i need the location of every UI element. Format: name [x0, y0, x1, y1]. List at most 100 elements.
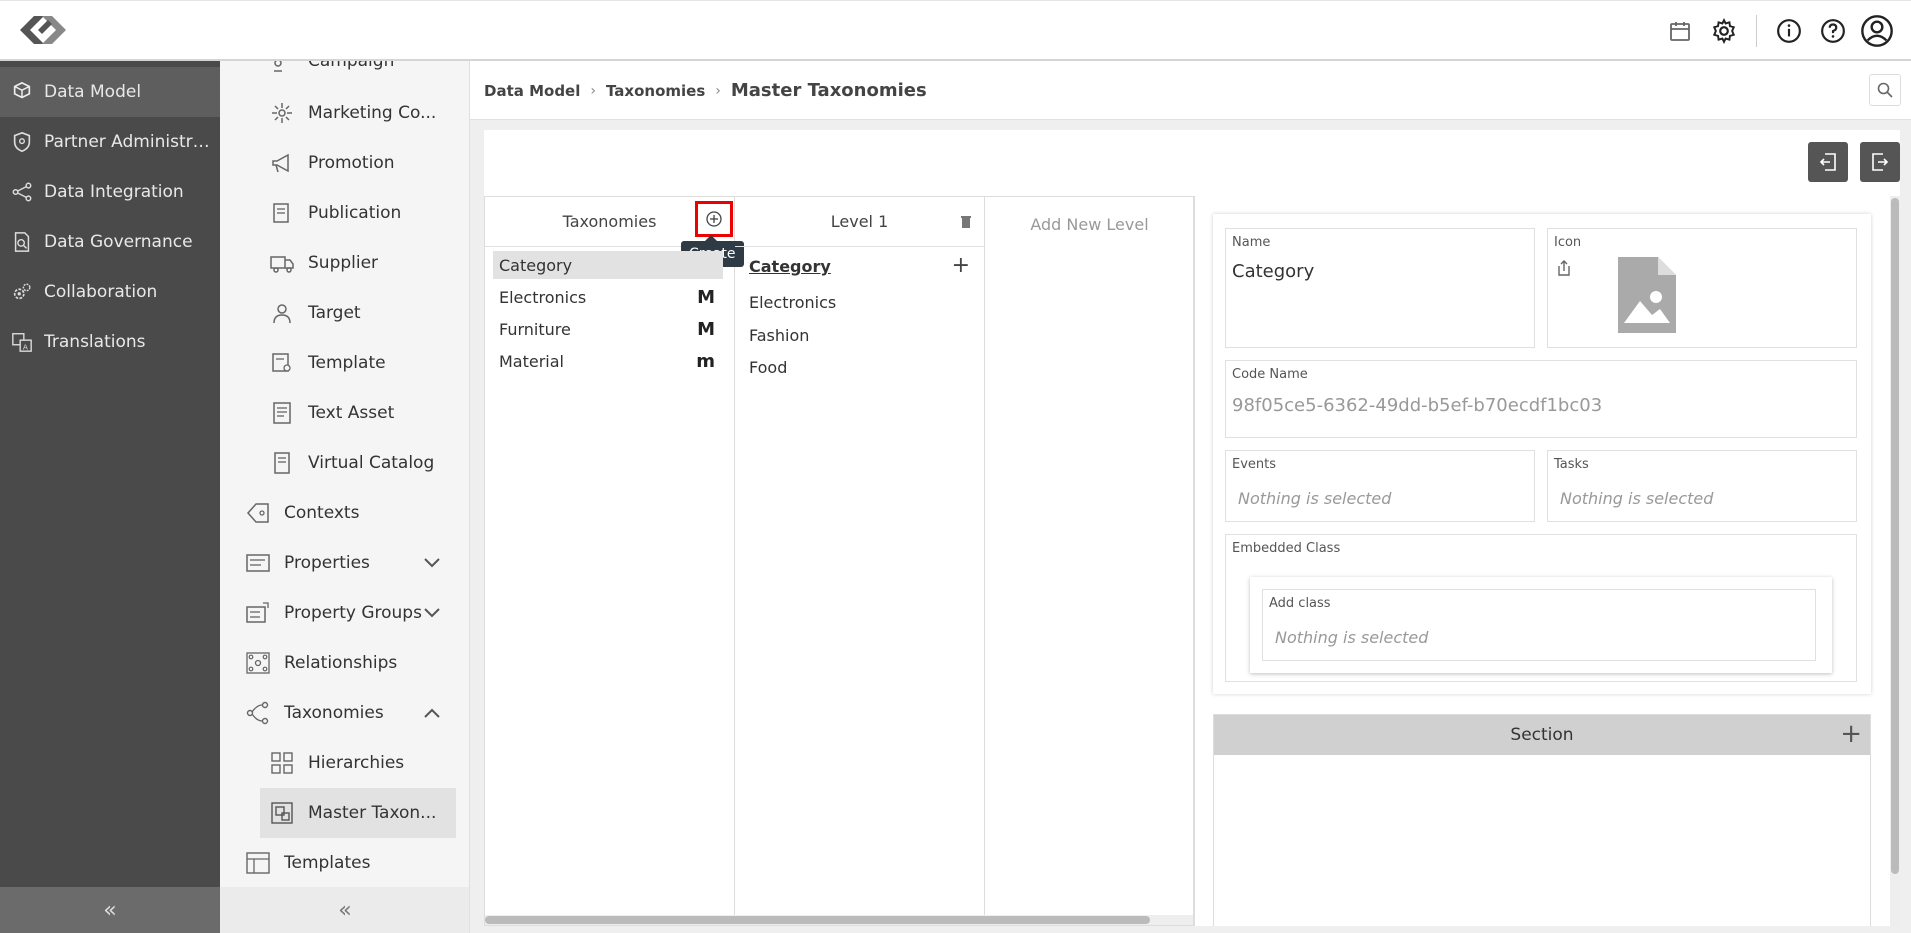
- field-label: Icon: [1554, 235, 1582, 250]
- export-icon: [1872, 153, 1889, 171]
- scrollbar-thumb[interactable]: [1891, 198, 1899, 874]
- nav-item-label: Translations: [44, 332, 146, 352]
- taxonomies-column: Taxonomies Create Category Electronics M…: [485, 197, 744, 917]
- nav-item-label: Data Governance: [44, 232, 193, 252]
- sidebar-item-marketing[interactable]: Marketing Co...: [268, 91, 458, 135]
- action-toolbar: [484, 130, 1900, 196]
- breadcrumb-data-model[interactable]: Data Model: [484, 82, 580, 100]
- nav-item-data-governance[interactable]: Data Governance: [0, 217, 220, 267]
- sidebar-item-taxonomies[interactable]: Taxonomies: [244, 691, 454, 735]
- user-avatar-icon[interactable]: [1861, 15, 1893, 47]
- nav-item-data-model[interactable]: Data Model: [0, 67, 220, 117]
- name-value[interactable]: Category: [1232, 261, 1314, 282]
- events-select[interactable]: Events Nothing is selected: [1225, 450, 1535, 522]
- code-name-field[interactable]: Code Name 98f05ce5-6362-49dd-b5ef-b70ecd…: [1225, 360, 1857, 438]
- person-icon: [268, 299, 296, 327]
- export-button[interactable]: [1860, 142, 1900, 182]
- campaign-icon: [268, 61, 296, 75]
- level-item[interactable]: Electronics: [749, 293, 836, 312]
- gears-icon: [10, 280, 34, 304]
- calendar-icon[interactable]: [1664, 15, 1696, 47]
- main-nav-sidebar: Data Model Partner Administrati... Data …: [0, 61, 220, 933]
- text-asset-icon: [268, 399, 296, 427]
- chevron-up-icon[interactable]: [424, 703, 440, 723]
- document-search-icon: [10, 230, 34, 254]
- sidebar-item-hierarchies[interactable]: Hierarchies: [268, 741, 458, 785]
- shield-icon: [10, 130, 34, 154]
- level-root-category[interactable]: Category: [749, 257, 831, 276]
- taxonomy-row-electronics[interactable]: Electronics M: [493, 283, 723, 311]
- property-groups-icon: [244, 599, 272, 627]
- level-1-column: Level 1 Category + Electronics Fashion F…: [735, 197, 985, 917]
- taxonomy-icon: [244, 699, 272, 727]
- nav-item-collaboration[interactable]: Collaboration: [0, 267, 220, 317]
- search-button[interactable]: [1869, 74, 1901, 106]
- scrollbar-thumb[interactable]: [485, 916, 1150, 924]
- taxonomy-type-badge: m: [696, 350, 715, 372]
- collapse-main-nav-button[interactable]: «: [0, 887, 220, 933]
- tasks-select[interactable]: Tasks Nothing is selected: [1547, 450, 1857, 522]
- breadcrumb-taxonomies[interactable]: Taxonomies: [606, 82, 705, 100]
- field-label: Add class: [1269, 596, 1331, 611]
- sidebar-item-contexts[interactable]: Contexts: [244, 491, 454, 535]
- import-icon: [1819, 153, 1836, 171]
- level-item[interactable]: Fashion: [749, 326, 809, 345]
- nav-item-translations[interactable]: A Translations: [0, 317, 220, 367]
- vertical-scrollbar[interactable]: [1890, 196, 1900, 926]
- taxonomy-row-furniture[interactable]: Furniture M: [493, 315, 723, 343]
- sidebar-item-properties[interactable]: Properties: [244, 541, 454, 585]
- chevron-down-icon[interactable]: [424, 553, 440, 573]
- sidebar-item-campaign[interactable]: Campaign: [268, 61, 458, 83]
- chevron-down-icon[interactable]: [424, 603, 440, 623]
- sidebar-item-virtual-catalog[interactable]: Virtual Catalog: [268, 441, 458, 485]
- gear-icon[interactable]: [1708, 15, 1740, 47]
- create-taxonomy-button[interactable]: [695, 201, 733, 237]
- add-level-item-button[interactable]: +: [952, 253, 970, 278]
- cubes-icon: [10, 80, 34, 104]
- template-icon: [268, 349, 296, 377]
- taxonomy-row-category[interactable]: Category: [493, 251, 723, 279]
- info-icon[interactable]: [1773, 15, 1805, 47]
- double-chevron-left-icon: «: [338, 897, 352, 923]
- sidebar-item-master-taxonomies[interactable]: Master Taxon...: [260, 788, 456, 838]
- collapse-sub-nav-button[interactable]: «: [220, 887, 469, 933]
- tag-icon: [244, 499, 272, 527]
- image-placeholder-icon: [1618, 257, 1676, 337]
- nav-item-partner-administration[interactable]: Partner Administrati...: [0, 117, 220, 167]
- help-icon[interactable]: [1817, 15, 1849, 47]
- field-label: Code Name: [1232, 367, 1308, 382]
- events-placeholder: Nothing is selected: [1238, 489, 1392, 508]
- add-level-column: Add New Level: [985, 197, 1194, 917]
- share-nodes-icon: [10, 180, 34, 204]
- nav-item-data-integration[interactable]: Data Integration: [0, 167, 220, 217]
- upload-icon[interactable]: [1556, 259, 1572, 281]
- sidebar-item-label: Marketing Co...: [308, 103, 437, 123]
- sidebar-item-supplier[interactable]: Supplier: [268, 241, 458, 285]
- sidebar-item-templates[interactable]: Templates: [244, 841, 454, 885]
- section-header: Section +: [1214, 715, 1870, 755]
- horizontal-scrollbar[interactable]: [485, 915, 1193, 925]
- sidebar-item-relationships[interactable]: Relationships: [244, 641, 454, 685]
- import-button[interactable]: [1808, 142, 1848, 182]
- add-section-button[interactable]: +: [1840, 721, 1862, 747]
- name-field[interactable]: Name Category: [1225, 228, 1535, 348]
- taxonomy-label: Electronics: [499, 287, 587, 307]
- sidebar-item-property-groups[interactable]: Property Groups: [244, 591, 454, 635]
- app-logo-icon[interactable]: [20, 12, 66, 48]
- level-item[interactable]: Food: [749, 358, 787, 377]
- sidebar-item-promotion[interactable]: Promotion: [268, 141, 458, 185]
- taxonomy-label: Furniture: [499, 319, 571, 339]
- sidebar-item-text-asset[interactable]: Text Asset: [268, 391, 458, 435]
- hierarchy-icon: [268, 749, 296, 777]
- taxonomy-row-material[interactable]: Material m: [493, 347, 723, 375]
- sidebar-item-publication[interactable]: Publication: [268, 191, 458, 235]
- svg-text:A: A: [23, 342, 28, 351]
- add-new-level-button[interactable]: Add New Level: [985, 215, 1194, 234]
- sidebar-item-template[interactable]: Template: [268, 341, 458, 385]
- nav-item-label: Partner Administrati...: [44, 132, 220, 152]
- section-card: Section +: [1213, 714, 1871, 926]
- sidebar-item-target[interactable]: Target: [268, 291, 458, 335]
- add-class-select[interactable]: Add class Nothing is selected: [1262, 589, 1816, 661]
- delete-level-button[interactable]: [960, 214, 972, 233]
- sidebar-item-label: Taxonomies: [284, 703, 384, 723]
